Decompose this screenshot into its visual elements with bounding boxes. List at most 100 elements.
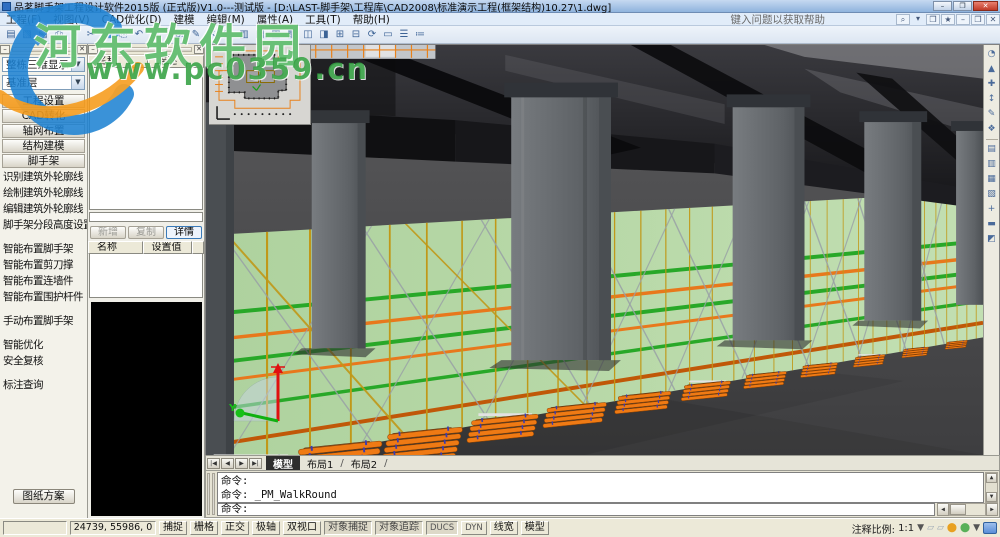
- plan-minimap[interactable]: [209, 45, 311, 125]
- help-search-input[interactable]: 键入问题以获取帮助: [731, 12, 896, 27]
- toggle-otrack[interactable]: 对象追踪: [375, 521, 423, 535]
- sidebar-item-smart-bracing[interactable]: 智能布置剪刀撑: [0, 257, 87, 273]
- sidebar-item-safety-check[interactable]: 安全复核: [0, 353, 87, 369]
- menu-view[interactable]: 视图(V): [47, 12, 95, 27]
- select-box-icon[interactable]: ▢: [220, 27, 236, 42]
- favorites-star-icon[interactable]: ★: [941, 14, 955, 25]
- tab-model[interactable]: 模型: [266, 456, 300, 471]
- view-side-icon[interactable]: ▥: [985, 157, 999, 172]
- command-hscrollbar[interactable]: ◀ ▶: [937, 503, 998, 516]
- paste-icon[interactable]: ⎘: [115, 27, 131, 42]
- category-structure-model[interactable]: 结构建模: [2, 139, 85, 153]
- grab-icon[interactable]: ❖: [985, 122, 999, 137]
- copy-scheme-button[interactable]: 复制: [128, 226, 164, 239]
- panel-close-icon[interactable]: ✕: [194, 45, 204, 54]
- 3d-scene-canvas[interactable]: [206, 45, 983, 455]
- walk-icon[interactable]: ✎: [985, 107, 999, 122]
- first-tab-icon[interactable]: |◀: [207, 458, 220, 469]
- sidebar-item-smart-wall-ties[interactable]: 智能布置连墙件: [0, 273, 87, 289]
- sidebar-item-identify-outline[interactable]: 识别建筑外轮廓线: [0, 169, 87, 185]
- detail-button[interactable]: 详情: [166, 226, 202, 239]
- toggle-ortho[interactable]: 正交: [221, 521, 249, 535]
- sidebar-minimize-icon[interactable]: –: [0, 45, 10, 54]
- toggle-lineweight[interactable]: 线宽: [490, 521, 518, 535]
- sidebar-item-smart-optimize[interactable]: 智能优化: [0, 337, 87, 353]
- view-top-icon[interactable]: ▦: [985, 172, 999, 187]
- hscroll-track[interactable]: [949, 503, 986, 516]
- open-file-icon[interactable]: ▧: [19, 27, 35, 42]
- child-minimize-icon[interactable]: –: [956, 14, 970, 25]
- chevron-down-icon[interactable]: ▼: [71, 76, 84, 89]
- column-header-prop-value[interactable]: 设置值: [143, 241, 193, 254]
- sidebar-item-smart-guardrail[interactable]: 智能布置围护杆件: [0, 289, 87, 305]
- annotation-visibility-icon[interactable]: ▱: [927, 522, 934, 534]
- scroll-left-icon[interactable]: ◀: [937, 503, 949, 516]
- menu-edit[interactable]: 编辑(M): [201, 12, 251, 27]
- axis-grid-icon[interactable]: ▥: [236, 27, 252, 42]
- display-mode-select[interactable]: 整栋三维显示 ▼: [2, 57, 85, 72]
- prev-tab-icon[interactable]: ◀: [221, 458, 234, 469]
- sidebar-item-draw-outline[interactable]: 绘制建筑外轮廓线: [0, 185, 87, 201]
- 3d-viewport[interactable]: Y ◔ ▲ ✚ ↕ ✎ ❖ ▤ ▥ ▦ ▧ + ▬ ◩: [205, 44, 1000, 455]
- tab-layout1[interactable]: 布局1: [300, 456, 340, 471]
- toggle-dual-viewport[interactable]: 双视口: [283, 521, 321, 535]
- fullscreen-icon[interactable]: [983, 522, 997, 534]
- panel-drag-handle[interactable]: [100, 47, 192, 52]
- category-cad-convert[interactable]: CAD转化: [2, 109, 85, 123]
- panel-minimize-icon[interactable]: –: [88, 45, 98, 54]
- slab-model-icon[interactable]: ◨: [316, 27, 332, 42]
- menu-project[interactable]: 工程(F): [0, 12, 47, 27]
- perspective-icon[interactable]: ▲: [985, 62, 999, 77]
- cut-icon[interactable]: ✂: [83, 27, 99, 42]
- drawing-scheme-button[interactable]: 图纸方案: [13, 489, 75, 504]
- scheme-list[interactable]: [89, 68, 203, 210]
- new-file-icon[interactable]: ▤: [3, 27, 19, 42]
- column-header-description[interactable]: 描述: [148, 55, 204, 68]
- draw-edit-icon[interactable]: ✎: [188, 27, 204, 42]
- scroll-down-icon[interactable]: ▼: [986, 492, 997, 502]
- wall-model-icon[interactable]: ◫: [300, 27, 316, 42]
- command-input[interactable]: 命令:: [217, 503, 935, 516]
- restore-button[interactable]: ❐: [953, 1, 972, 11]
- refresh-icon[interactable]: ⟳: [364, 27, 380, 42]
- list-icon[interactable]: ☰: [396, 27, 412, 42]
- scale-dropdown-icon[interactable]: ▼: [917, 522, 924, 534]
- scroll-up-icon[interactable]: ▲: [986, 473, 997, 483]
- toggle-model-space[interactable]: 模型: [521, 521, 549, 535]
- new-scheme-button[interactable]: 新增: [90, 226, 126, 239]
- sidebar-item-edit-outline[interactable]: 编辑建筑外轮廓线: [0, 201, 87, 217]
- menu-attribute[interactable]: 属性(A): [251, 12, 299, 27]
- menu-modeling[interactable]: 建模: [168, 12, 201, 27]
- beam-model-icon[interactable]: ▩: [284, 27, 300, 42]
- menu-help[interactable]: 帮助(H): [347, 12, 396, 27]
- toggle-osnap[interactable]: 对象捕捉: [324, 521, 372, 535]
- pan-icon[interactable]: ✚: [985, 77, 999, 92]
- remove-floor-icon[interactable]: ⊟: [348, 27, 364, 42]
- redo-icon[interactable]: ↷: [147, 27, 163, 42]
- sidebar-close-icon[interactable]: ✕: [77, 45, 87, 54]
- save-file-icon[interactable]: ▨: [35, 27, 51, 42]
- command-vscrollbar[interactable]: ▲ ▼: [985, 472, 998, 503]
- category-axis-layout[interactable]: 轴网布置: [2, 124, 85, 138]
- layer-convert-icon[interactable]: b₂: [172, 27, 188, 42]
- undo-icon[interactable]: ↶: [131, 27, 147, 42]
- scroll-right-icon[interactable]: ▶: [986, 503, 998, 516]
- preview-pane[interactable]: [91, 302, 202, 516]
- view-front-icon[interactable]: ▤: [985, 142, 999, 157]
- command-window[interactable]: 命令: 命令: _PM_WalkRound ▲ ▼ 命令: ◀ ▶: [205, 470, 1000, 518]
- orbit-icon[interactable]: ◔: [985, 47, 999, 62]
- last-tab-icon[interactable]: ▶|: [249, 458, 262, 469]
- erase-icon[interactable]: ✕: [204, 27, 220, 42]
- base-layer-select[interactable]: 基准层 ▼: [2, 75, 85, 90]
- child-restore-icon[interactable]: ❐: [971, 14, 985, 25]
- chevron-down-icon[interactable]: ▼: [71, 58, 84, 71]
- hscroll-thumb[interactable]: [950, 504, 966, 515]
- preview-icon[interactable]: ⌕: [67, 27, 83, 42]
- command-grip[interactable]: [212, 473, 215, 515]
- column-header-prop-name[interactable]: 名称: [88, 241, 143, 254]
- zoom-in-icon[interactable]: +: [985, 202, 999, 217]
- measure-icon[interactable]: ▬: [985, 217, 999, 232]
- sidebar-drag-handle[interactable]: [12, 47, 75, 52]
- lock-icon[interactable]: ⬤: [947, 522, 957, 534]
- close-button[interactable]: ✕: [973, 1, 998, 11]
